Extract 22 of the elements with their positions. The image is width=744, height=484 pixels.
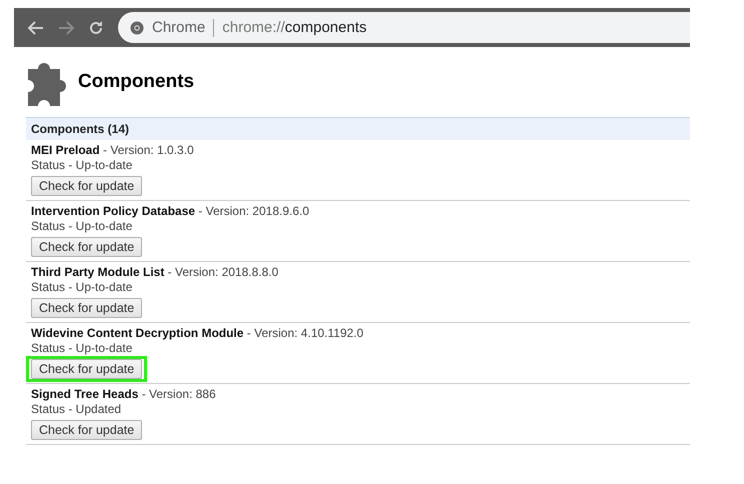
page-title: Components [78,71,194,93]
component-name: Intervention Policy Database - Version: 2018.9.6.0 [31,204,310,219]
check-update-button[interactable]: Check for update [31,420,142,440]
check-update-button[interactable]: Check for update [31,298,142,318]
component-status: Status - Up-to-date [31,158,134,173]
address-bar[interactable]: Chrome chrome://components [118,12,690,43]
table-header: Components (14) [26,117,690,140]
check-update-button[interactable]: Check for update [31,237,142,257]
component-status: Status - Up-to-date [31,280,134,295]
component-name: Signed Tree Heads - Version: 886 [31,387,217,402]
component-name: Widevine Content Decryption Module - Version: 4.10.1192.0 [31,326,364,341]
back-icon[interactable] [28,20,44,34]
check-update-button[interactable]: Check for update [31,359,142,379]
component-status: Status - Up-to-date [31,341,134,356]
check-update-button[interactable]: Check for update [31,176,142,196]
site-label: Chrome [152,19,206,36]
component-name: Third Party Module List - Version: 2018.8.8.0 [31,265,280,280]
component-status: Status - Updated [31,402,122,417]
component-status: Status - Up-to-date [31,219,134,234]
reload-icon[interactable] [88,20,104,36]
component-name: MEI Preload - Version: 1.0.3.0 [31,143,195,158]
url-text: chrome://components [222,19,367,36]
